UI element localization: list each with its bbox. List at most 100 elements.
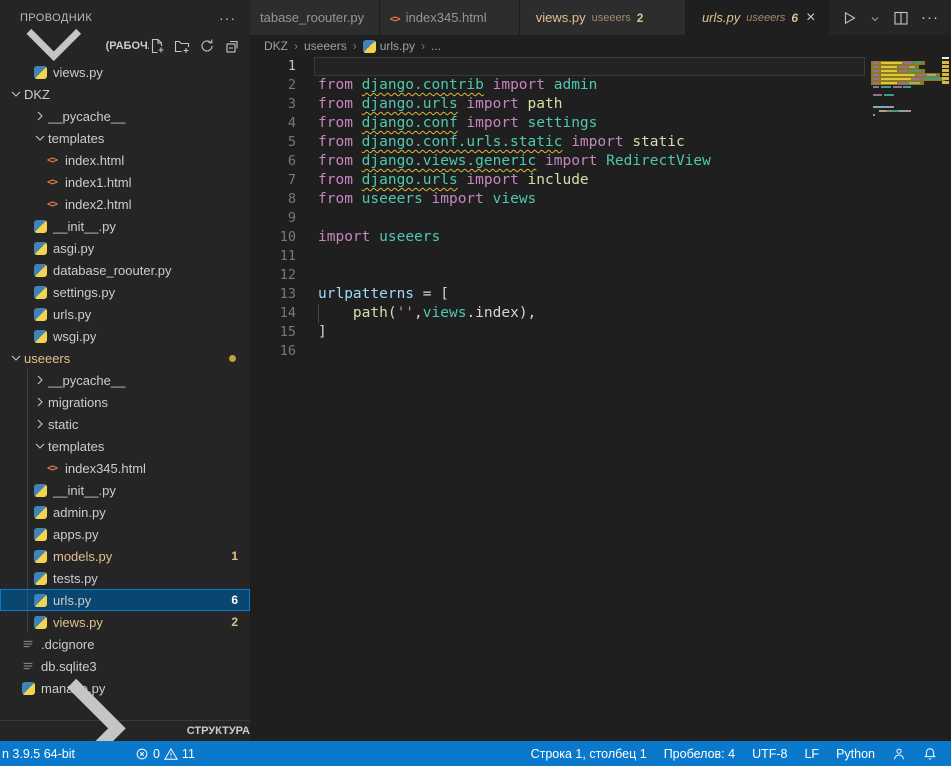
status-problems[interactable]: 0 11 [135,747,195,761]
python-icon [32,240,48,256]
tree-item-static[interactable]: static [0,413,250,435]
code-editor[interactable]: 12from django.contrib import admin3from … [250,57,871,361]
html-icon: <> [44,460,60,476]
tree-item-index1.html[interactable]: <>index1.html [0,171,250,193]
status-eol[interactable]: LF [804,747,819,761]
chevron-down-icon [8,350,24,366]
line-number: 7 [250,171,296,190]
breadcrumb-item-...[interactable]: ... [431,39,441,53]
tree-item-__init__.py[interactable]: __init__.py [0,215,250,237]
status-warnings[interactable]: 11 [164,747,195,761]
tree-item-templates[interactable]: templates [0,435,250,457]
workspace-section-header[interactable]: (РАБОЧАЯ ОБЛАСТЬ) ... [0,35,250,57]
code-line-10[interactable]: 10import useeers [250,228,871,247]
status-language[interactable]: Python [836,747,875,761]
breadcrumb-item-DKZ[interactable]: DKZ [264,39,288,53]
line-content [296,209,318,228]
status-indentation[interactable]: Пробелов: 4 [664,747,735,761]
split-editor-icon[interactable] [893,10,909,26]
status-cursor-position[interactable]: Строка 1, столбец 1 [531,747,647,761]
tree-item-asgi.py[interactable]: asgi.py [0,237,250,259]
tree-item-label: DKZ [24,87,50,102]
line-number: 4 [250,114,296,133]
code-line-2[interactable]: 2from django.contrib import admin [250,76,871,95]
code-line-6[interactable]: 6from django.views.generic import Redire… [250,152,871,171]
code-line-16[interactable]: 16 [250,342,871,361]
run-dropdown-icon[interactable] [869,12,881,24]
workspace-section-label: (РАБОЧАЯ ОБЛАСТЬ) ... [106,40,149,52]
tree-item-__init__.py[interactable]: __init__.py [0,479,250,501]
tree-item-label: static [48,417,78,432]
tree-item-views.py[interactable]: views.py2 [0,611,250,633]
python-icon [32,548,48,564]
error-icon [135,747,149,761]
tree-item-index.html[interactable]: <>index.html [0,149,250,171]
code-line-1[interactable]: 1 [250,57,871,76]
tree-item-index2.html[interactable]: <>index2.html [0,193,250,215]
code-line-4[interactable]: 4from django.conf import settings [250,114,871,133]
tree-item-useeers[interactable]: useeers [0,347,250,369]
code-line-5[interactable]: 5from django.conf.urls.static import sta… [250,133,871,152]
code-line-3[interactable]: 3from django.urls import path [250,95,871,114]
tree-item-urls.py[interactable]: urls.py [0,303,250,325]
overview-ruler[interactable] [941,57,951,741]
tab-tabase_roouter.py[interactable]: tabase_roouter.py [250,0,380,35]
tree-item-models.py[interactable]: models.py1 [0,545,250,567]
current-line-highlight [314,57,865,76]
minimap-line [871,117,941,121]
tree-item-migrations[interactable]: migrations [0,391,250,413]
tab-bar: tabase_roouter.py<>index345.htmlviews.py… [250,0,951,35]
tab-index345.html[interactable]: <>index345.html [380,0,520,35]
explorer-more-actions-icon[interactable]: ··· [219,10,236,26]
tree-item-label: useeers [24,351,70,366]
feedback-icon[interactable] [892,747,906,761]
more-actions-icon[interactable]: ··· [921,9,939,26]
collapse-all-icon[interactable] [224,38,240,54]
new-folder-icon[interactable] [174,38,190,54]
tree-item-tests.py[interactable]: tests.py [0,567,250,589]
status-encoding[interactable]: UTF-8 [752,747,787,761]
status-python-version[interactable]: n 3.9.5 64-bit [2,747,75,761]
code-line-9[interactable]: 9 [250,209,871,228]
tree-item-label: index2.html [65,197,131,212]
tree-item-label: models.py [53,549,112,564]
tree-item-admin.py[interactable]: admin.py [0,501,250,523]
tab-views.py[interactable]: views.pyuseeers2 [520,0,686,35]
tree-item-templates[interactable]: templates [0,127,250,149]
code-line-11[interactable]: 11 [250,247,871,266]
code-line-13[interactable]: 13urlpatterns = [ [250,285,871,304]
code-line-8[interactable]: 8from useeers import views [250,190,871,209]
tab-problems-badge: 6 [791,11,798,25]
python-icon [32,592,48,608]
breadcrumb-item-useeers[interactable]: useeers [304,39,347,53]
close-icon[interactable]: × [806,10,815,26]
tab-urls.py[interactable]: urls.pyuseeers6× [686,0,829,35]
line-number: 3 [250,95,296,114]
tree-item-__pycache__[interactable]: __pycache__ [0,105,250,127]
tree-item-wsgi.py[interactable]: wsgi.py [0,325,250,347]
code-line-15[interactable]: 15] [250,323,871,342]
breadcrumb-item-urls.py[interactable]: urls.py [363,39,415,53]
tree-item-apps.py[interactable]: apps.py [0,523,250,545]
tree-item-views.py[interactable]: views.py [0,61,250,83]
python-icon [32,262,48,278]
outline-section-header[interactable]: СТРУКТУРА [0,720,250,741]
tree-item-urls.py[interactable]: urls.py6 [0,589,250,611]
tree-item-settings.py[interactable]: settings.py [0,281,250,303]
tree-item-DKZ[interactable]: DKZ [0,83,250,105]
refresh-icon[interactable] [199,38,215,54]
tree-item-label: __init__.py [53,219,116,234]
code-line-7[interactable]: 7from django.urls import include [250,171,871,190]
tree-item-__pycache__[interactable]: __pycache__ [0,369,250,391]
tree-item-database_roouter.py[interactable]: database_roouter.py [0,259,250,281]
run-python-file-icon[interactable] [841,10,857,26]
status-errors[interactable]: 0 [135,747,160,761]
code-line-12[interactable]: 12 [250,266,871,285]
breadcrumb-label: urls.py [380,39,415,53]
tree-item-index345.html[interactable]: <>index345.html [0,457,250,479]
notifications-icon[interactable] [923,747,937,761]
code-line-14[interactable]: 14 path('',views.index), [250,304,871,323]
python-icon [32,218,48,234]
minimap[interactable] [871,57,941,357]
new-file-icon[interactable] [149,38,165,54]
